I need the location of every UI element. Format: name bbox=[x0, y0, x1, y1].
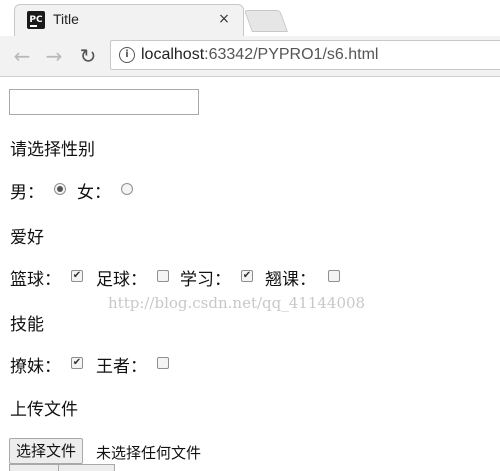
hobby-skip-class-label: 翘课： bbox=[265, 270, 316, 290]
address-bar[interactable]: i localhost:63342/PYPRO1/s6.html bbox=[110, 40, 500, 70]
hobby-basketball-checkbox[interactable]: ✔ bbox=[71, 270, 83, 282]
reload-icon[interactable]: ↻ bbox=[76, 44, 100, 68]
tab-active[interactable]: PC Title × bbox=[14, 4, 244, 36]
url-path: :63342/PYPRO1/s6.html bbox=[204, 46, 379, 63]
gender-male-radio[interactable] bbox=[54, 183, 66, 195]
skill-flirt-label: 撩妹： bbox=[10, 357, 61, 377]
hobby-football-label: 足球： bbox=[96, 270, 147, 290]
text-input[interactable] bbox=[9, 89, 199, 115]
tab-strip: PC Title × bbox=[0, 0, 500, 36]
pycharm-favicon-icon: PC bbox=[27, 11, 45, 29]
skill-king-checkbox[interactable] bbox=[157, 357, 169, 369]
upload-label: 上传文件 bbox=[10, 400, 78, 420]
skills-label: 技能 bbox=[10, 315, 44, 335]
skill-flirt-checkbox[interactable]: ✔ bbox=[71, 357, 83, 369]
file-status-text: 未选择任何文件 bbox=[96, 444, 202, 462]
skill-king-label: 王者： bbox=[96, 357, 147, 377]
gender-female-label: 女： bbox=[77, 183, 111, 203]
tab-title: Title bbox=[53, 11, 79, 27]
hobby-basketball-label: 篮球： bbox=[10, 270, 61, 290]
toolbar: ← → ↻ i localhost:63342/PYPRO1/s6.html bbox=[0, 36, 500, 76]
url-text[interactable]: localhost:63342/PYPRO1/s6.html bbox=[141, 46, 378, 64]
watermark: http://blog.csdn.net/qq_41144008 bbox=[108, 294, 366, 312]
gender-male-label: 男： bbox=[10, 183, 44, 203]
close-icon[interactable]: × bbox=[215, 11, 233, 27]
gender-label: 请选择性别 bbox=[10, 140, 95, 160]
browser-chrome: PC Title × ← → ↻ i localhost:63342/PYPRO… bbox=[0, 0, 500, 77]
choose-file-button[interactable]: 选择文件 bbox=[9, 438, 84, 464]
next-control-partial-2[interactable] bbox=[58, 464, 115, 471]
info-icon[interactable]: i bbox=[119, 47, 135, 63]
gender-female-radio[interactable] bbox=[121, 183, 133, 195]
hobby-study-checkbox[interactable]: ✔ bbox=[241, 270, 253, 282]
new-tab-button[interactable] bbox=[243, 10, 289, 32]
hobby-study-label: 学习： bbox=[180, 270, 231, 290]
url-host: localhost bbox=[141, 46, 205, 63]
hobby-football-checkbox[interactable] bbox=[157, 270, 169, 282]
hobby-skip-class-checkbox[interactable] bbox=[328, 270, 340, 282]
hobbies-label: 爱好 bbox=[10, 228, 44, 248]
forward-arrow-icon[interactable]: → bbox=[42, 44, 66, 68]
back-arrow-icon[interactable]: ← bbox=[10, 44, 34, 68]
page-content: 请选择性别 男： 女： 爱好 篮球： ✔ 足球： 学习： ✔ 翘课： http:… bbox=[0, 77, 500, 471]
